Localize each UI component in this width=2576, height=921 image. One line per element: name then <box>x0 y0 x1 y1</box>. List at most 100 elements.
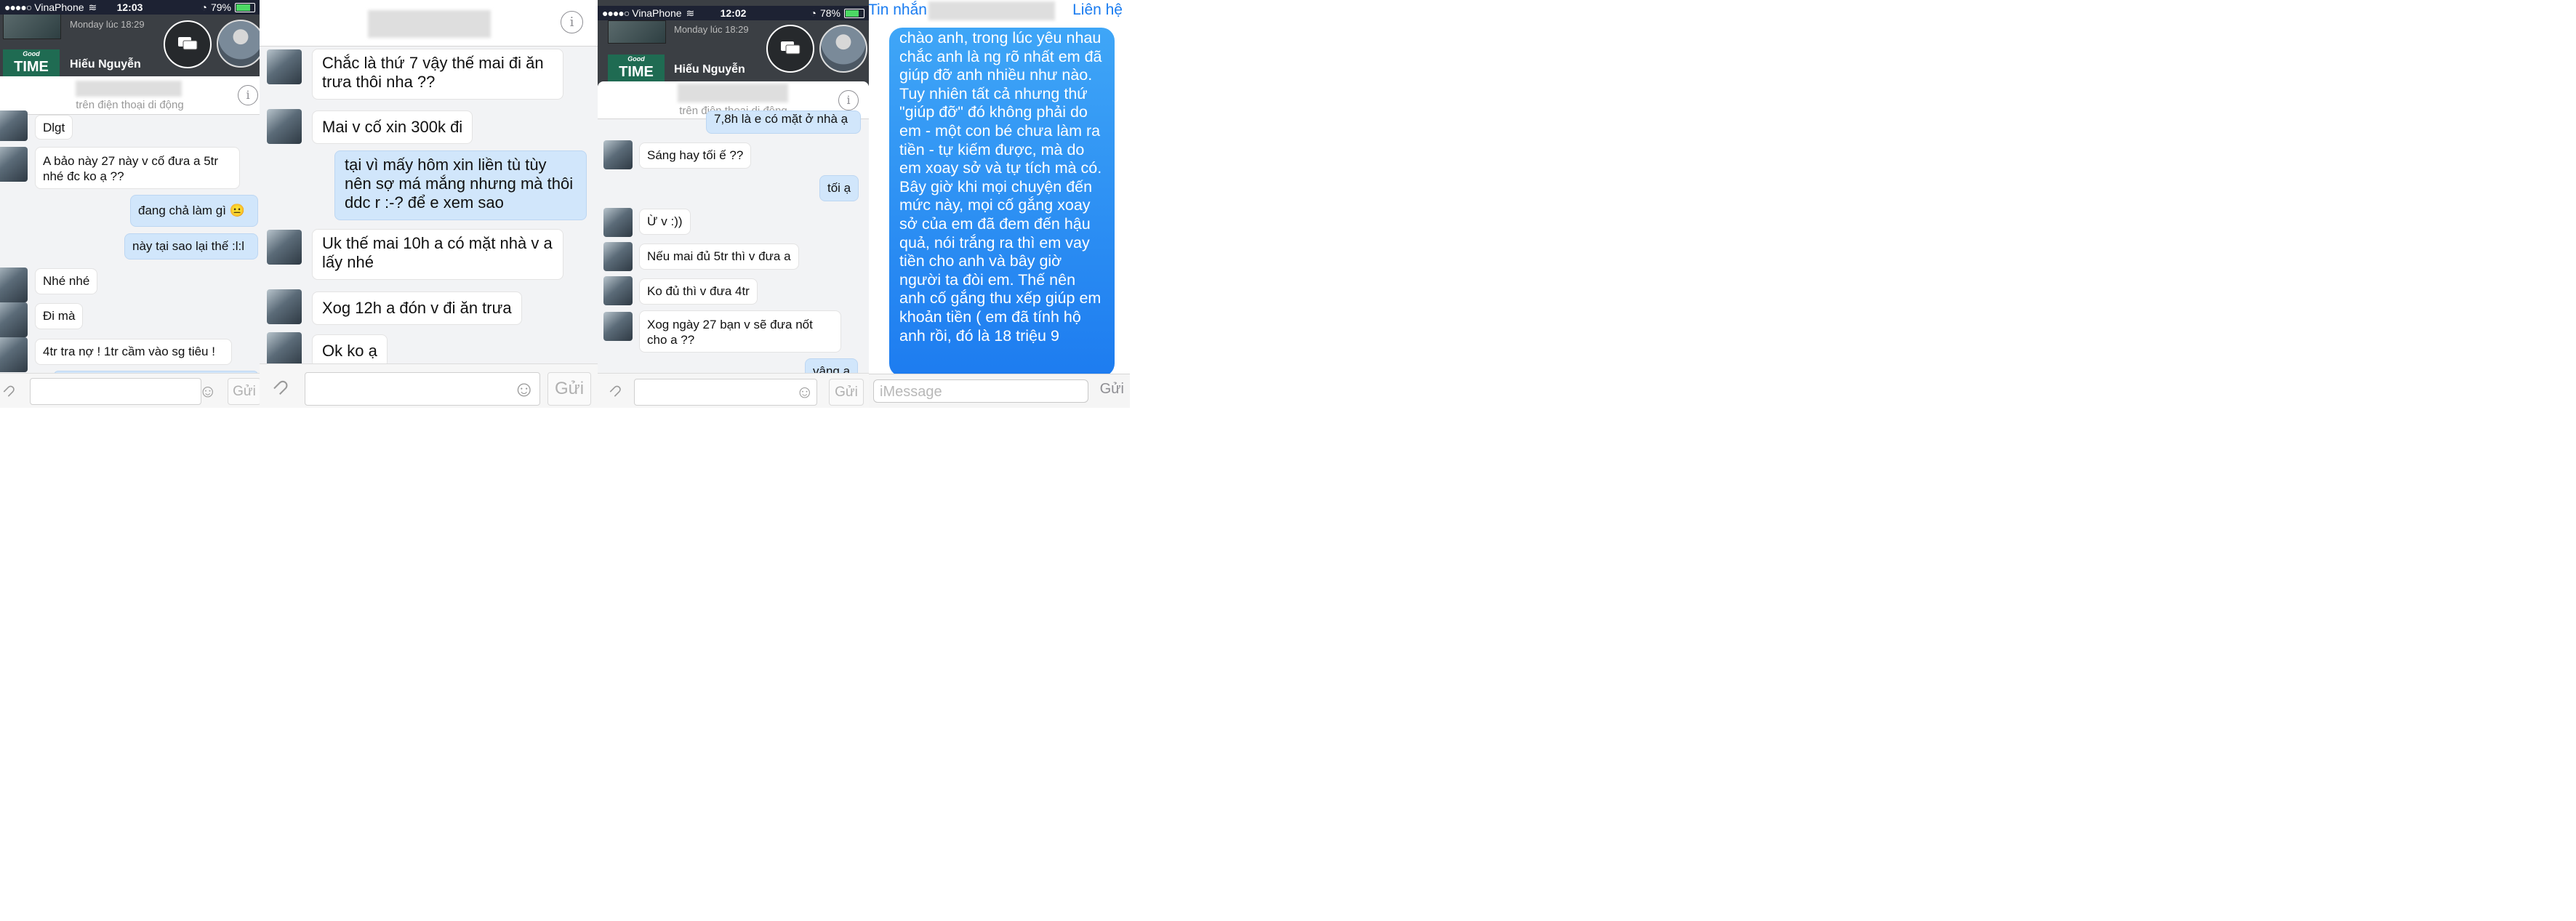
composer: ⊃ ☺ Gửi <box>598 373 869 408</box>
sender-avatar <box>0 302 28 337</box>
imessage-nav-bar: ‹Tin nhắn Liên hệ <box>869 0 1130 22</box>
emoji-icon[interactable]: ☺ <box>795 382 814 403</box>
sender-avatar <box>0 110 28 141</box>
sender-avatar <box>0 337 28 372</box>
battery-icon <box>844 8 864 18</box>
attachment-icon[interactable]: ⊃ <box>267 372 296 401</box>
back-button[interactable]: ‹Tin nhắn <box>869 1 927 19</box>
message-bubble-outgoing: này tại sao lại thế :l:l <box>124 233 258 260</box>
contact-logo: Good TIME <box>3 49 60 79</box>
message-bubble-incoming: Ừ v :)) <box>639 209 691 235</box>
sender-avatar <box>0 268 28 302</box>
sender-avatar <box>267 109 302 144</box>
attachment-icon[interactable]: ⊃ <box>0 379 21 401</box>
send-button[interactable]: Gửi <box>228 378 260 405</box>
send-button[interactable]: Gửi <box>547 372 591 406</box>
message-bubble-incoming: Dlgt <box>35 115 73 140</box>
chat-head-avatar[interactable] <box>217 20 260 68</box>
battery-fill <box>846 9 859 17</box>
chat-bubbles-icon <box>781 41 801 55</box>
contact-name-redacted <box>678 84 788 102</box>
message-bubble-incoming: Chắc là thứ 7 vậy thế mai đi ăn trưa thô… <box>312 49 563 100</box>
message-thread[interactable]: Dlgt A bảo này 27 này v cố đưa a 5tr nhé… <box>0 110 260 379</box>
message-bubble-incoming: Xog 12h a đón v đi ăn trưa <box>312 291 522 325</box>
chat-head-avatar[interactable] <box>819 25 867 73</box>
message-bubble-outgoing: tại vì mấy hôm xin liền tù tùy nên sợ má… <box>334 150 587 220</box>
send-button[interactable]: Gửi <box>1100 381 1124 398</box>
chat-heads-button[interactable] <box>164 20 212 68</box>
messenger-screen-1: Monday lúc 18:29 Good TIME Hiếu Nguyễn ●… <box>0 0 260 408</box>
sender-avatar <box>267 332 302 367</box>
emoji-icon[interactable]: ☺ <box>198 382 217 402</box>
message-bubble-incoming: Nhé nhé <box>35 268 98 294</box>
sender-avatar <box>267 289 302 324</box>
clock: 12:02 <box>720 7 747 19</box>
info-icon[interactable]: i <box>561 11 583 33</box>
message-bubble-incoming: Nếu mai đủ 5tr thì v đưa a <box>639 244 799 270</box>
carrier: VinaPhone <box>632 7 682 19</box>
chat-bubbles-icon <box>178 37 198 50</box>
sender-avatar <box>0 147 28 182</box>
chat-heads-button[interactable] <box>766 25 814 73</box>
status-bar: ●●●●○ VinaPhone ≋ 12:03 ◔ 79% <box>0 0 260 15</box>
logo-text: TIME <box>619 64 654 80</box>
back-label: Tin nhắn <box>869 1 927 18</box>
signal-icon: ●●●●○ <box>4 1 32 13</box>
message-input[interactable]: ☺ <box>634 379 817 406</box>
composer: ⊃ ☺ Gửi <box>260 363 598 408</box>
contact-logo: Good TIME <box>608 55 665 84</box>
message-bubble-incoming: Uk thế mai 10h a có mặt nhà v a lấy nhé <box>312 229 563 280</box>
rotation-lock-icon: ◔ <box>810 7 816 19</box>
message-bubble-incoming: Sáng hay tối ế ?? <box>639 142 752 169</box>
clock: 12:03 <box>116 1 143 13</box>
contact-name-redacted <box>368 10 491 38</box>
sender-avatar <box>267 49 302 84</box>
wifi-icon: ≋ <box>88 1 97 13</box>
carrier: VinaPhone <box>34 1 84 13</box>
logo-top-text: Good <box>627 55 645 63</box>
signal-icon: ●●●●○ <box>602 7 630 19</box>
message-bubble-incoming: Mai v cố xin 300k đi <box>312 110 473 144</box>
send-button[interactable]: Gửi <box>829 379 864 406</box>
sender-avatar <box>267 230 302 265</box>
imessage-screen: ‹Tin nhắn Liên hệ chào anh, trong lúc yê… <box>869 0 1130 408</box>
info-icon[interactable]: i <box>838 90 859 110</box>
contact-thumbnail <box>3 13 61 39</box>
message-bubble-incoming: Xog ngày 27 bạn v sẽ đưa nốt cho a ?? <box>639 310 841 353</box>
message-input[interactable]: ☺ <box>30 378 217 405</box>
message-thread[interactable]: Chắc là thứ 7 vậy thế mai đi ăn trưa thô… <box>260 47 598 368</box>
message-bubble-incoming: 4tr tra nợ ! 1tr cầm vào sg tiêu ! <box>35 339 232 365</box>
imessage-input[interactable]: iMessage <box>873 379 1088 403</box>
info-icon[interactable]: i <box>238 85 258 105</box>
contact-name-redacted <box>928 1 1055 20</box>
sender-avatar <box>603 312 633 341</box>
contact-name-redacted <box>76 81 182 97</box>
messenger-screen-3: Monday lúc 18:29 Good TIME Hiếu Nguyễn ●… <box>598 0 869 408</box>
message-bubble-incoming: Đi mà <box>35 303 84 329</box>
contact-button[interactable]: Liên hệ <box>1072 1 1123 19</box>
sender-avatar <box>603 140 633 169</box>
contact-thumbnail <box>608 20 666 44</box>
message-bubble-incoming: Ko đủ thì v đưa 4tr <box>639 278 758 305</box>
battery-percent: 79% <box>210 1 231 13</box>
sender-avatar <box>603 208 633 237</box>
imessage-composer: iMessage Gửi <box>869 374 1130 408</box>
contact-subtitle: trên điện thoại di động <box>76 99 184 111</box>
logo-text: TIME <box>14 59 49 75</box>
composer: ⊃ ☺ Gửi <box>0 373 260 408</box>
messenger-screen-2: i Chắc là thứ 7 vậy thế mai đi ăn trưa t… <box>260 0 598 408</box>
logo-top-text: Good <box>23 50 40 57</box>
battery-icon <box>235 2 255 12</box>
emoji-icon[interactable]: ☺ <box>513 377 535 402</box>
battery-percent: 78% <box>819 7 840 19</box>
message-input[interactable]: ☺ <box>305 372 540 406</box>
message-bubble-outgoing: chào anh, trong lúc yêu nhau chắc anh là… <box>889 28 1115 377</box>
message-bubble-incoming: A bảo này 27 này v cố đưa a 5tr nhé đc k… <box>35 147 240 189</box>
message-thread[interactable]: 7,8h là e có mặt ở nhà ạ Sáng hay tối ế … <box>598 110 869 385</box>
sender-avatar <box>603 242 633 271</box>
wifi-icon: ≋ <box>686 7 695 19</box>
battery-fill <box>236 4 250 11</box>
attachment-icon[interactable]: ⊃ <box>605 379 627 401</box>
status-bar: ●●●●○ VinaPhone ≋ 12:02 ◔ 78% <box>598 6 869 20</box>
conversation-header: i <box>260 0 598 47</box>
